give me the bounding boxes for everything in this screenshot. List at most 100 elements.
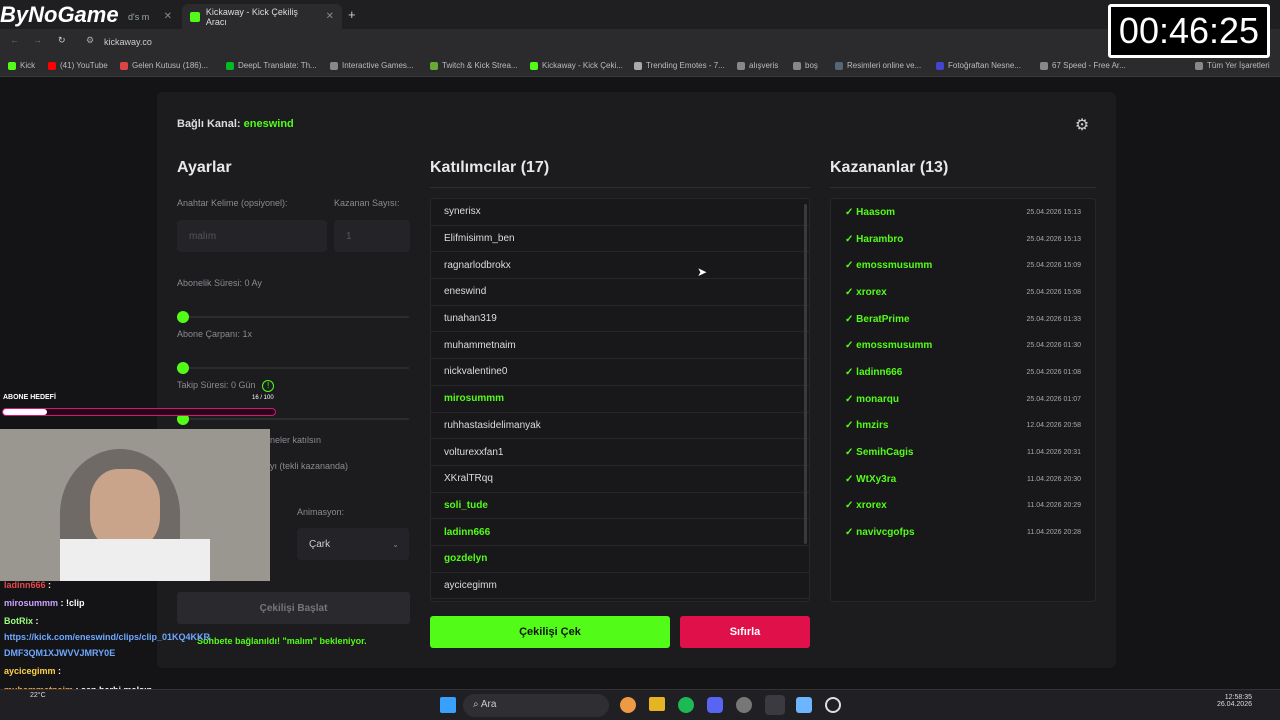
slider-handle[interactable]	[177, 311, 189, 323]
bookmark-item[interactable]: alışveris	[737, 61, 778, 70]
bookmark-label: Twitch & Kick Strea...	[442, 61, 518, 70]
bookmark-item[interactable]: 67 Speed - Free Ar...	[1040, 61, 1126, 70]
chat-message: BotRix :	[4, 616, 39, 626]
winner-row: ✓ monarqu 25.04.2026 01:07	[831, 386, 1095, 413]
follow-duration-slider[interactable]	[177, 413, 409, 425]
winner-row: ✓ hmzirs 12.04.2026 20:58	[831, 413, 1095, 440]
forward-icon[interactable]: →	[33, 35, 42, 45]
keyword-input[interactable]: malım	[177, 220, 327, 252]
back-icon[interactable]: ←	[10, 35, 19, 45]
winner-date: 25.04.2026 01:33	[1026, 315, 1082, 323]
slider-handle[interactable]	[177, 362, 189, 374]
site-info-icon[interactable]: ⚙	[86, 35, 94, 46]
mouse-cursor-icon: ➤	[697, 265, 708, 279]
bookmark-item[interactable]: Fotoğraftan Nesne...	[936, 61, 1021, 70]
participant-row[interactable]: synerisx	[431, 199, 809, 226]
bookmark-item[interactable]: (41) YouTube	[48, 61, 108, 70]
obs-icon[interactable]	[825, 697, 841, 713]
participant-row[interactable]: aycicegimm	[431, 573, 809, 600]
bookmark-item[interactable]: DeepL Translate: Th...	[226, 61, 317, 70]
scrollbar[interactable]	[804, 204, 807, 544]
bookmark-item[interactable]: Trending Emotes - 7...	[634, 61, 725, 70]
winner-date: 11.04.2026 20:31	[1027, 449, 1081, 457]
participant-row[interactable]: ruhhastasidelimanyak	[431, 413, 809, 440]
chrome-icon[interactable]	[620, 697, 636, 713]
participant-row[interactable]: tunahan319	[431, 306, 809, 333]
folder-icon[interactable]	[649, 697, 665, 711]
browser-tab-active[interactable]: Kickaway - Kick Çekiliş Aracı ✕	[182, 4, 342, 29]
draw-button[interactable]: Çekilişi Çek	[430, 616, 670, 648]
check-icon: ✓	[845, 286, 857, 298]
participant-row[interactable]: soli_tude	[431, 493, 809, 520]
bookmark-item[interactable]: Kickaway - Kick Çeki...	[530, 61, 623, 70]
participant-row[interactable]: ladinn666	[431, 519, 809, 546]
discord-icon[interactable]	[707, 697, 723, 713]
winner-name: ✓ ladinn666	[845, 367, 902, 378]
chat-text: https://kick.com/eneswind/clips/clip_01K…	[4, 632, 211, 642]
steam-icon[interactable]	[736, 697, 752, 713]
bookmark-label: Fotoğraftan Nesne...	[948, 61, 1021, 70]
app-icon[interactable]	[796, 697, 812, 713]
browser-tabbar: d's m ✕ Kickaway - Kick Çekiliş Aracı ✕ …	[0, 0, 1280, 29]
bookmark-item[interactable]: Gelen Kutusu (186)...	[120, 61, 208, 70]
participant-row[interactable]: XKralTRqq	[431, 466, 809, 493]
settings-title: Ayarlar	[177, 159, 232, 176]
gear-icon[interactable]: ⚙	[1071, 115, 1093, 137]
participant-row[interactable]: gozdelyn	[431, 546, 809, 573]
sub-duration-slider[interactable]	[177, 311, 409, 323]
remove-winner-label: yı (tekli kazananda)	[270, 461, 349, 471]
taskbar-search[interactable]: ⌕ Ara	[463, 694, 609, 717]
winner-name-text: emossmusumm	[856, 340, 933, 352]
participant-row[interactable]: ragnarlodbrokx	[431, 252, 809, 280]
bookmark-item[interactable]: Interactive Games...	[330, 61, 414, 70]
participants-list[interactable]: synerisx Elifmisimm_ben ragnarlodbrokx enes…	[430, 198, 810, 602]
bookmark-item[interactable]: Kick	[8, 61, 35, 70]
chrome-active-icon[interactable]	[765, 695, 785, 715]
participant-row[interactable]: Elifmisimm_ben	[431, 226, 809, 253]
bookmark-label: DeepL Translate: Th...	[238, 61, 317, 70]
sub-goal-fill	[3, 409, 47, 415]
winner-count-input[interactable]: 1	[334, 220, 410, 252]
winners-list[interactable]: ✓ Haasom 25.04.2026 15:13 ✓ Harambro 25.04.…	[830, 198, 1096, 602]
participant-row[interactable]: volturexxfan1	[431, 439, 809, 466]
sub-goal-count: 16 / 100	[252, 395, 274, 401]
close-icon[interactable]: ✕	[164, 11, 172, 22]
bookmark-icon	[1040, 61, 1048, 70]
participant-row[interactable]: mirosummm	[431, 386, 809, 413]
sub-multiplier-slider[interactable]	[177, 362, 409, 374]
bookmark-icon	[530, 61, 538, 70]
participant-row[interactable]: muhammetnaim	[431, 332, 809, 360]
bookmark-icon	[1195, 61, 1203, 70]
animation-select[interactable]: Çark ⌄	[297, 528, 409, 560]
chat-text: :	[58, 666, 62, 676]
bookmark-label: Gelen Kutusu (186)...	[132, 61, 209, 70]
spotify-icon[interactable]	[678, 697, 694, 713]
clock[interactable]: 12:58:35 26.04.2026	[1210, 694, 1252, 708]
winner-name-text: BeratPrime	[856, 313, 910, 325]
winner-date: 25.04.2026 01:07	[1026, 395, 1082, 403]
reset-button[interactable]: Sıfırla	[680, 616, 810, 648]
bookmark-item[interactable]: Tüm Yer İşaretleri	[1195, 61, 1270, 70]
windows-start-icon[interactable]	[440, 697, 456, 713]
url-field[interactable]: kickaway.co	[104, 37, 152, 47]
bookmark-item[interactable]: Resimleri online ve...	[835, 61, 921, 70]
bookmark-icon	[226, 61, 234, 70]
bookmark-label: (41) YouTube	[60, 61, 108, 70]
participant-row[interactable]: nickvalentine0	[431, 359, 809, 386]
new-tab-icon[interactable]: +	[348, 7, 356, 22]
participant-row[interactable]: eneswind	[431, 279, 809, 306]
bookmark-item[interactable]: boş	[793, 61, 818, 70]
sub-goal-label: ABONE HEDEFİ	[3, 394, 56, 401]
bookmark-item[interactable]: Twitch & Kick Strea...	[430, 61, 518, 70]
reload-icon[interactable]: ↻	[58, 35, 66, 46]
start-giveaway-button[interactable]: Çekilişi Başlat	[177, 592, 410, 624]
keyword-label: Anahtar Kelime (opsiyonel):	[177, 198, 288, 208]
address-bar: ← → ↻ ⚙ kickaway.co	[0, 29, 1280, 55]
shirt-shape	[60, 539, 210, 581]
winner-date: 25.04.2026 15:08	[1026, 288, 1082, 296]
bookmark-icon	[634, 61, 642, 70]
bookmark-icon	[120, 61, 128, 70]
info-icon[interactable]: !	[262, 380, 275, 392]
winner-date: 25.04.2026 01:30	[1026, 342, 1082, 350]
close-icon[interactable]: ✕	[326, 11, 334, 22]
